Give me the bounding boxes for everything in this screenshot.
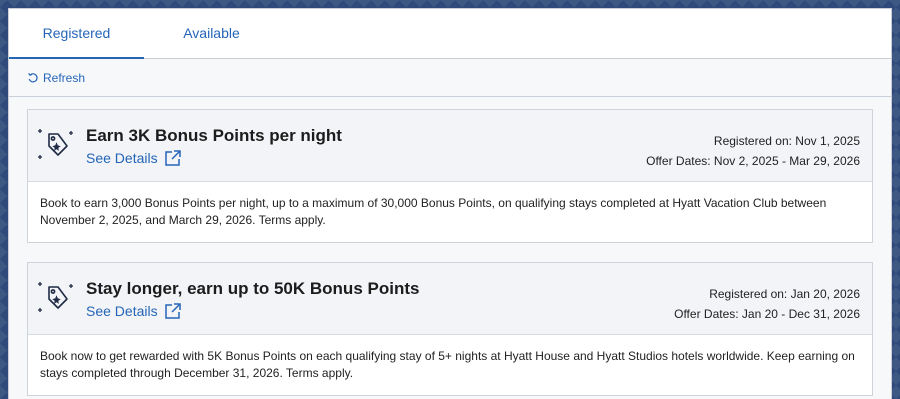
registered-date: Registered on: Jan 20, 2026 [709, 287, 860, 301]
refresh-button[interactable]: Refresh [27, 71, 85, 85]
bonus-tag-icon [38, 129, 73, 159]
offer-header: Earn 3K Bonus Points per night See Detai… [28, 110, 872, 182]
offer-dates: Offer Dates: Jan 20 - Dec 31, 2026 [674, 307, 860, 321]
offer-meta: Registered on: Nov 1, 2025 Offer Dates: … [646, 131, 860, 171]
external-link-icon [164, 150, 181, 166]
offer-title: Earn 3K Bonus Points per night [86, 126, 342, 145]
see-details-label: See Details [86, 150, 158, 166]
toolbar: Refresh [9, 59, 891, 97]
see-details-link[interactable]: See Details [86, 302, 182, 320]
offer-description: Book to earn 3,000 Bonus Points per nigh… [40, 196, 827, 227]
refresh-icon [28, 72, 38, 82]
refresh-label: Refresh [43, 70, 86, 85]
see-details-label: See Details [86, 303, 158, 319]
offer-dates: Offer Dates: Nov 2, 2025 - Mar 29, 2026 [646, 154, 860, 168]
offer-description: Book now to get rewarded with 5K Bonus P… [40, 349, 855, 380]
offer-card: Stay longer, earn up to 50K Bonus Points… [27, 262, 873, 396]
registered-date: Registered on: Nov 1, 2025 [713, 134, 860, 148]
offer-meta: Registered on: Jan 20, 2026 Offer Dates:… [674, 284, 860, 324]
offer-title: Stay longer, earn up to 50K Bonus Points [86, 279, 420, 298]
offers-panel: Registered Available Refresh Earn 3K Bon… [8, 8, 892, 399]
tab-registered[interactable]: Registered [9, 9, 144, 59]
tab-bar: Registered Available [9, 9, 891, 59]
offer-header: Stay longer, earn up to 50K Bonus Points… [28, 263, 872, 335]
tab-available[interactable]: Available [144, 9, 279, 59]
bonus-tag-icon [38, 282, 73, 312]
see-details-link[interactable]: See Details [86, 149, 182, 167]
offer-list: Earn 3K Bonus Points per night See Detai… [9, 97, 891, 396]
offer-card: Earn 3K Bonus Points per night See Detai… [27, 109, 873, 243]
external-link-icon [164, 303, 181, 319]
